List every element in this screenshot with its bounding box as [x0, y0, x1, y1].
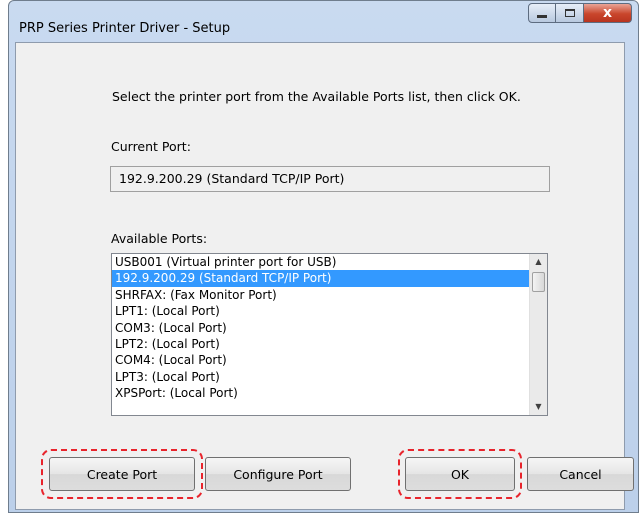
port-list-item[interactable]: 192.9.200.29 (Standard TCP/IP Port)	[112, 270, 530, 287]
minimize-icon	[537, 14, 547, 18]
dialog-client-area: Select the printer port from the Availab…	[15, 42, 625, 510]
cancel-button[interactable]: Cancel	[527, 457, 634, 491]
port-list-item[interactable]: SHRFAX: (Fax Monitor Port)	[112, 287, 530, 303]
port-list-item[interactable]: LPT1: (Local Port)	[112, 303, 530, 319]
current-port-label: Current Port:	[111, 139, 191, 154]
create-port-highlight	[41, 449, 203, 499]
port-list-item[interactable]: USB001 (Virtual printer port for USB)	[112, 254, 530, 270]
port-list-item[interactable]: LPT3: (Local Port)	[112, 369, 530, 385]
port-list-item[interactable]: XPSPort: (Local Port)	[112, 385, 530, 401]
scroll-thumb[interactable]	[532, 272, 545, 292]
scroll-down-arrow-icon[interactable]: ▼	[530, 399, 547, 415]
maximize-button[interactable]	[556, 3, 584, 23]
close-icon: x	[602, 5, 613, 21]
current-port-field: 192.9.200.29 (Standard TCP/IP Port)	[110, 166, 550, 192]
port-items: USB001 (Virtual printer port for USB) 192…	[112, 254, 547, 402]
configure-port-button[interactable]: Configure Port	[205, 457, 351, 491]
port-list-item[interactable]: LPT2: (Local Port)	[112, 336, 530, 352]
available-ports-listbox[interactable]: USB001 (Virtual printer port for USB) 192…	[111, 253, 548, 416]
port-list-item[interactable]: COM3: (Local Port)	[112, 320, 530, 336]
instruction-text: Select the printer port from the Availab…	[112, 89, 521, 104]
ok-highlight	[398, 449, 522, 499]
maximize-icon	[564, 9, 575, 17]
port-list-item[interactable]: COM4: (Local Port)	[112, 352, 530, 368]
available-ports-label: Available Ports:	[111, 231, 208, 246]
window-controls: x	[528, 3, 632, 23]
ports-scrollbar[interactable]: ▲ ▼	[529, 254, 547, 415]
window-title: PRP Series Printer Driver - Setup	[19, 21, 231, 36]
close-button[interactable]: x	[584, 3, 632, 23]
minimize-button[interactable]	[528, 3, 556, 23]
scroll-up-arrow-icon[interactable]: ▲	[530, 254, 547, 270]
